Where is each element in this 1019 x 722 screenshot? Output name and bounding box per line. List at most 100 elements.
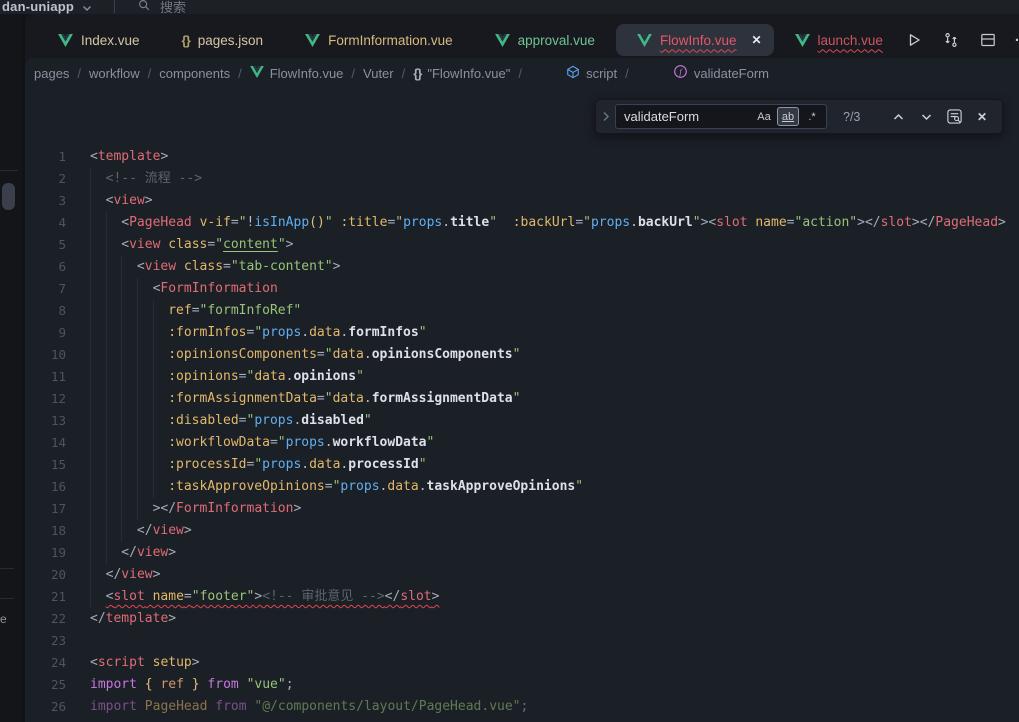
tab-forminformation-vue[interactable]: FormInformation.vue [284,24,474,56]
code-line: 4<PageHead v-if="!isInApp()" :title="pro… [25,212,1019,234]
indent-guide [106,344,122,366]
line-number[interactable]: 10 [25,344,66,366]
line-number[interactable]: 18 [25,520,66,542]
previous-match-icon[interactable] [887,106,909,128]
sidebar-cut-text: e [0,612,7,626]
tab-launch-vue[interactable]: launch.vue [774,24,904,56]
more-actions-icon[interactable]: ··· [1015,32,1019,49]
line-number[interactable]: 17 [25,498,66,520]
run-icon[interactable] [904,30,924,50]
indent-guide [90,454,106,476]
sidebar-selected-item-partial[interactable] [2,183,15,210]
breadcrumb-item-workflow[interactable]: workflow [89,66,140,81]
indent-guide [106,278,122,300]
tab-index-vue[interactable]: Index.vue [37,24,161,56]
open-changes-icon[interactable] [941,30,961,50]
line-number[interactable]: 2 [25,168,66,190]
search-icon [137,0,151,14]
line-number[interactable]: 7 [25,278,66,300]
line-number[interactable]: 19 [25,542,66,564]
code-line: 15:processId="props.data.processId" [25,454,1019,476]
match-count: ?/3 [843,110,879,124]
indent-guide [90,300,106,322]
indent-guide [90,278,106,300]
code-line: 23 [25,630,1019,652]
breadcrumb-separator: / [625,66,629,81]
breadcrumb-item-pages[interactable]: pages [34,66,69,81]
line-number[interactable]: 4 [25,212,66,234]
find-in-selection-icon[interactable] [943,106,965,128]
indent-guide [121,388,137,410]
project-switcher[interactable]: dan-uniapp [2,0,74,14]
indent-guide [121,278,137,300]
code-line: 24<script setup> [25,652,1019,674]
indent-guide [106,234,122,256]
indent-guide [153,454,169,476]
line-number[interactable]: 24 [25,652,66,674]
match-case-button[interactable]: Aa [753,107,775,126]
breadcrumb-separator: / [238,66,242,81]
sidebar-section-divider [0,170,18,171]
line-number[interactable]: 21 [25,586,66,608]
indent-guide [121,322,137,344]
search-placeholder: 搜索 [160,0,186,14]
line-number[interactable]: 12 [25,388,66,410]
indent-guide [153,322,169,344]
line-number[interactable]: 26 [25,696,66,718]
toggle-replace-icon[interactable] [598,100,613,133]
line-number[interactable]: 13 [25,410,66,432]
vue-file-icon [795,34,810,47]
line-number[interactable]: 25 [25,674,66,696]
indent-guide [153,432,169,454]
breadcrumb-item-flowinfo-symbol[interactable]: {} "FlowInfo.vue" [413,66,510,81]
breadcrumb-item-components[interactable]: components [159,66,230,81]
indent-guide [90,542,106,564]
next-match-icon[interactable] [915,106,937,128]
indent-guide [90,322,106,344]
global-search[interactable]: 搜索 [137,0,186,14]
indent-guide [106,498,122,520]
close-find-icon[interactable]: ✕ [971,106,993,128]
indent-guide [90,520,106,542]
braces-icon: {} [413,66,421,81]
line-number[interactable]: 5 [25,234,66,256]
indent-guide [153,344,169,366]
line-number[interactable]: 11 [25,366,66,388]
line-number[interactable]: 6 [25,256,66,278]
line-number[interactable]: 9 [25,322,66,344]
code-editor[interactable]: 1<template>2<!-- 流程 -->3<view>4<PageHead… [25,88,1019,722]
close-tab-icon[interactable]: ✕ [751,33,761,47]
indent-guide [106,256,122,278]
split-editor-icon[interactable] [978,30,998,50]
line-number[interactable]: 3 [25,190,66,212]
indent-guide [137,344,153,366]
indent-guide [106,410,122,432]
line-number[interactable]: 16 [25,476,66,498]
indent-guide [90,190,106,212]
line-number[interactable]: 8 [25,300,66,322]
tab-pages-json[interactable]: { } pages.json [161,24,285,56]
find-query-text[interactable]: validateForm [624,109,751,124]
line-number[interactable]: 1 [25,146,66,168]
indent-guide [90,498,106,520]
indent-guide [153,366,169,388]
indent-guide [137,410,153,432]
code-line: 21<slot name="footer"><!-- 审批意见 --></slo… [25,586,1019,608]
code-line: 6<view class="tab-content"> [25,256,1019,278]
find-input[interactable]: validateForm Aa ab .* [615,104,827,129]
regex-button[interactable]: .* [801,107,823,126]
indent-guide [137,476,153,498]
indent-guide [106,388,122,410]
breadcrumb-item-vuter[interactable]: Vuter [363,66,394,81]
line-number[interactable]: 15 [25,454,66,476]
line-number[interactable]: 23 [25,630,66,652]
line-number[interactable]: 22 [25,608,66,630]
line-number[interactable]: 20 [25,564,66,586]
line-number[interactable]: 14 [25,432,66,454]
breadcrumb-separator: / [77,66,81,81]
indent-guide [137,300,153,322]
whole-word-button[interactable]: ab [777,107,799,126]
titlebar-divider [114,0,115,13]
breadcrumb-separator: / [351,66,355,81]
breadcrumb-item-flowinfo-file[interactable]: FlowInfo.vue [250,66,344,81]
